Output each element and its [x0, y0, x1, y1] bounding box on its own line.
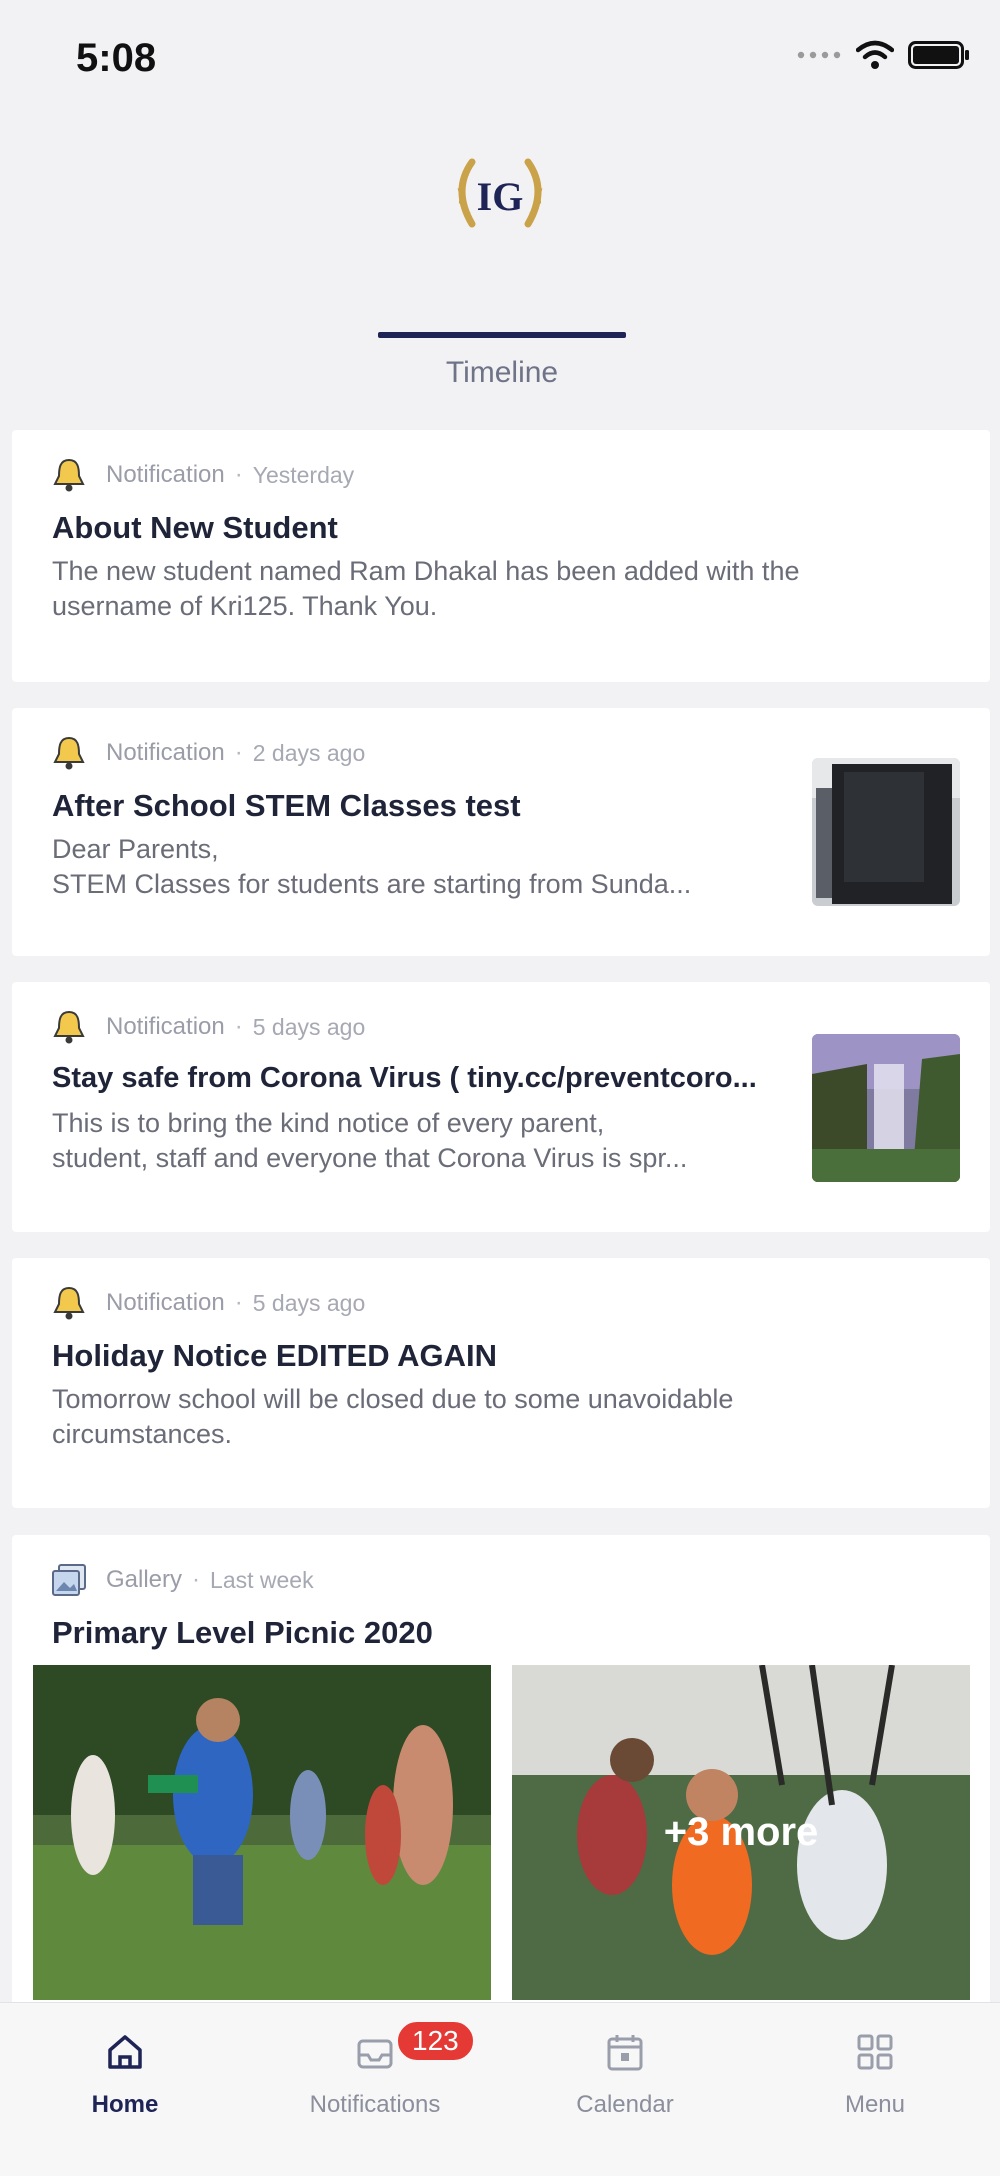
separator-dot: ·: [234, 739, 243, 766]
feed-card[interactable]: Notification · Yesterday About New Stude…: [12, 430, 990, 682]
wifi-icon: [856, 40, 894, 69]
card-body-line: STEM Classes for students are starting f…: [52, 869, 692, 899]
card-body: Dear Parents, STEM Classes for students …: [52, 832, 802, 902]
gallery-photo[interactable]: +3 more: [512, 1665, 970, 2000]
card-meta: Notification · Yesterday: [50, 456, 354, 494]
calendar-icon: [607, 2035, 643, 2071]
card-body: The new student named Ram Dhakal has bee…: [52, 554, 952, 624]
card-meta: Notification · 5 days ago: [50, 1008, 365, 1046]
status-time: 5:08: [76, 36, 157, 80]
status-icons: [796, 40, 970, 70]
bell-icon: [53, 1286, 85, 1320]
card-body-line: student, staff and everyone that Corona …: [52, 1143, 688, 1173]
school-logo: IG: [450, 150, 550, 240]
card-thumbnail[interactable]: [812, 1034, 960, 1182]
card-title: Stay safe from Corona Virus ( tiny.cc/pr…: [52, 1062, 757, 1094]
nav-notifications[interactable]: 123 Notifications: [250, 2019, 500, 2119]
card-type: Notification: [106, 739, 225, 766]
nav-home-label: Home: [91, 2091, 159, 2118]
card-time: Yesterday: [252, 461, 355, 488]
home-icon: [108, 2035, 142, 2069]
card-body-line: The new student named Ram Dhakal has bee…: [52, 556, 800, 586]
card-body: This is to bring the kind notice of ever…: [52, 1106, 802, 1176]
card-type: Gallery: [106, 1566, 183, 1593]
separator-dot: ·: [234, 1013, 243, 1040]
grid-menu-icon: [857, 2034, 893, 2070]
bell-icon: [53, 1010, 85, 1044]
card-time: 5 days ago: [252, 1289, 366, 1316]
card-body: Tomorrow school will be closed due to so…: [52, 1382, 952, 1452]
card-time: Last week: [210, 1566, 314, 1593]
bell-icon: [53, 458, 85, 492]
card-body-line: circumstances.: [52, 1419, 233, 1449]
more-photos-label[interactable]: +3 more: [512, 1665, 970, 2000]
card-time: 2 days ago: [252, 739, 366, 766]
bottom-nav: Home 123 Notifications Calendar Menu: [0, 2002, 1000, 2176]
tab-indicator: [378, 332, 626, 338]
nav-calendar[interactable]: Calendar: [500, 2031, 750, 2119]
notification-tray-icon: [357, 2039, 393, 2069]
status-bar: 5:08: [0, 0, 1000, 120]
card-body-line: username of Kri125. Thank You.: [52, 591, 438, 621]
card-type: Notification: [106, 1289, 225, 1316]
card-meta: Notification · 2 days ago: [50, 734, 365, 772]
card-body-line: Dear Parents,: [52, 834, 219, 864]
nav-notifications-label: Notifications: [309, 2091, 441, 2118]
feed-card[interactable]: Notification · 2 days ago After School S…: [12, 708, 990, 956]
card-meta: Notification · 5 days ago: [50, 1284, 365, 1322]
card-meta: Gallery · Last week: [50, 1561, 314, 1599]
card-title: About New Student: [52, 510, 338, 545]
separator-dot: ·: [234, 461, 243, 488]
separator-dot: ·: [192, 1566, 201, 1593]
tab-timeline[interactable]: Timeline: [378, 356, 626, 390]
bell-icon: [53, 736, 85, 770]
gallery-photo[interactable]: [33, 1665, 491, 2000]
nav-menu[interactable]: Menu: [750, 2031, 1000, 2119]
separator-dot: ·: [234, 1289, 243, 1316]
card-body-line: This is to bring the kind notice of ever…: [52, 1108, 605, 1138]
card-type: Notification: [106, 461, 225, 488]
nav-home[interactable]: Home: [0, 2031, 250, 2119]
nav-calendar-label: Calendar: [576, 2091, 674, 2118]
logo-text: IG: [477, 174, 524, 219]
card-title: After School STEM Classes test: [52, 788, 521, 823]
feed-card[interactable]: Notification · 5 days ago Stay safe from…: [12, 982, 990, 1232]
card-time: 5 days ago: [252, 1013, 366, 1040]
gallery-icon: [52, 1564, 86, 1596]
feed-card[interactable]: Notification · 5 days ago Holiday Notice…: [12, 1258, 990, 1508]
notification-badge: 123: [395, 2019, 476, 2063]
signal-icon: [797, 51, 841, 59]
nav-menu-label: Menu: [844, 2091, 906, 2118]
card-body-line: Tomorrow school will be closed due to so…: [52, 1384, 734, 1414]
card-type: Notification: [106, 1013, 225, 1040]
card-title: Primary Level Picnic 2020: [52, 1615, 433, 1650]
card-thumbnail[interactable]: [812, 758, 960, 906]
card-title: Holiday Notice EDITED AGAIN: [52, 1338, 497, 1373]
battery-icon: [908, 41, 969, 69]
